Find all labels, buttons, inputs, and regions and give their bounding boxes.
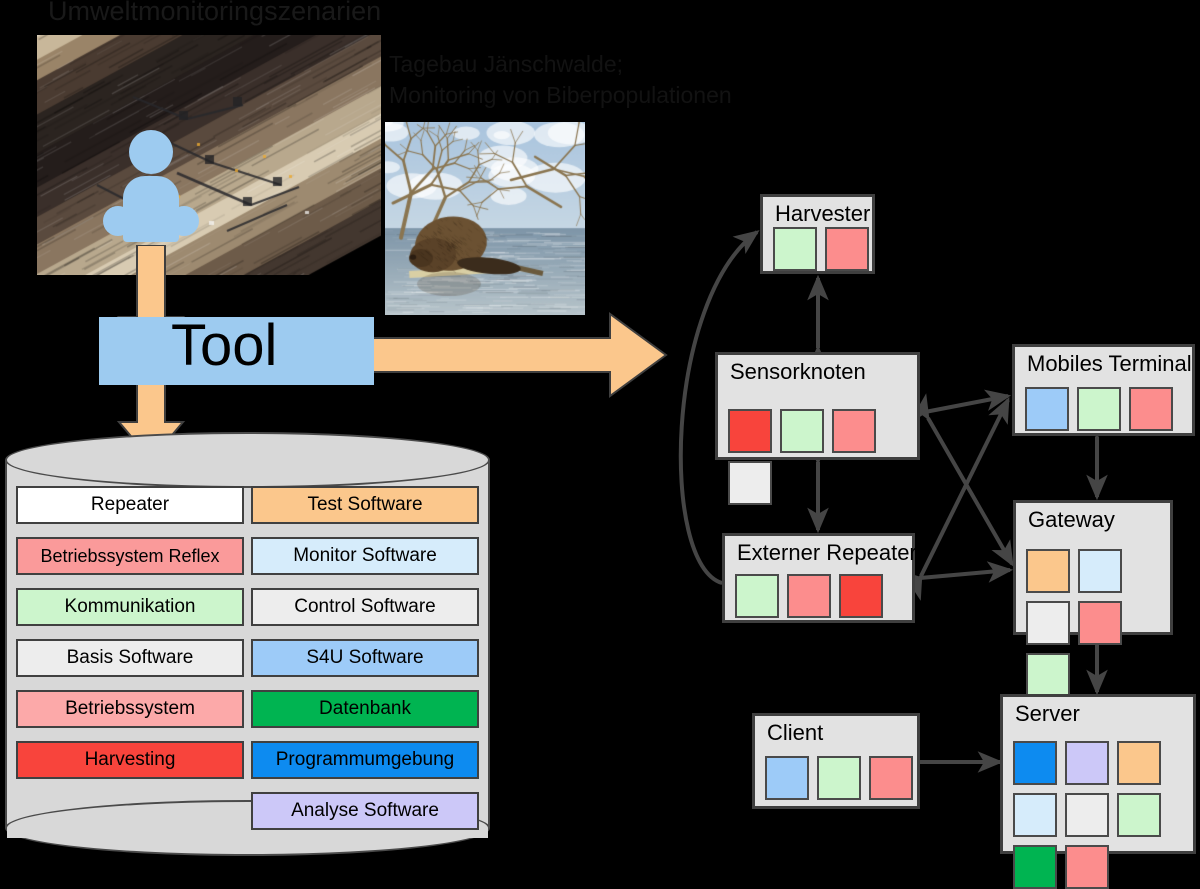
- module-block[interactable]: [1026, 601, 1070, 645]
- page-title: Umweltmonitoringszenarien: [48, 0, 382, 26]
- link-sensorknoten-terminal: [900, 389, 1012, 427]
- network-node-modules: [1026, 549, 1168, 697]
- module-block[interactable]: [817, 756, 861, 800]
- software-chip[interactable]: Repeater: [16, 486, 244, 524]
- module-block[interactable]: [1078, 601, 1122, 645]
- software-chip[interactable]: Control Software: [251, 588, 479, 626]
- software-chip-label: Betriebssystem: [65, 698, 195, 719]
- network-node-modules: [773, 227, 870, 271]
- network-node-label: Gateway: [1028, 507, 1115, 532]
- software-chip[interactable]: Analyse Software: [251, 792, 479, 830]
- network-node-server[interactable]: Server: [1000, 694, 1196, 889]
- software-chip-label: Betriebssystem Reflex: [40, 545, 220, 566]
- software-chip-label: Kommunikation: [64, 596, 196, 617]
- tool-label: Tool: [171, 313, 278, 378]
- software-chip-label: Basis Software: [66, 647, 194, 668]
- software-chip[interactable]: Betriebssystem Reflex: [16, 537, 244, 575]
- module-block[interactable]: [787, 574, 831, 618]
- software-list-left: Repeater Betriebssystem Reflex Kommunikati…: [16, 486, 244, 792]
- user-head-icon: [129, 130, 173, 174]
- module-block[interactable]: [1013, 845, 1057, 889]
- software-chip-label: Control Software: [294, 596, 436, 617]
- software-chip[interactable]: Datenbank: [251, 690, 479, 728]
- diagram-canvas: Umweltmonitoringszenarien Tagebau Jänsch…: [0, 0, 1200, 889]
- network-node-label: Mobiles Terminal: [1027, 351, 1192, 376]
- module-block[interactable]: [1013, 741, 1057, 785]
- network-node-label: Harvester: [775, 201, 871, 226]
- network-node-label: Externer Repeater: [737, 540, 917, 565]
- module-block[interactable]: [825, 227, 869, 271]
- software-repository-cylinder: Repeater Betriebssystem Reflex Kommunikati…: [5, 432, 490, 857]
- module-block[interactable]: [1025, 387, 1069, 431]
- network-node-label: Server: [1015, 701, 1080, 726]
- network-node-externer-repeater[interactable]: Externer Repeater: [722, 533, 917, 623]
- software-chip-label: Analyse Software: [291, 800, 439, 821]
- software-chip[interactable]: Kommunikation: [16, 588, 244, 626]
- network-node-modules: [728, 409, 915, 505]
- module-block[interactable]: [1013, 793, 1057, 837]
- software-chip[interactable]: Basis Software: [16, 639, 244, 677]
- link-repeater-terminal: [901, 397, 1010, 601]
- user-right-arm-icon: [169, 206, 199, 236]
- software-chip-label: Repeater: [90, 494, 170, 515]
- software-chip-label: Monitor Software: [293, 545, 437, 566]
- network-node-label: Sensorknoten: [730, 359, 866, 384]
- network-node-label: Client: [767, 720, 824, 745]
- user-pictogram: [103, 130, 199, 260]
- user-left-arm-icon: [103, 206, 133, 236]
- software-chip[interactable]: S4U Software: [251, 639, 479, 677]
- tool-box[interactable]: Tool: [99, 313, 374, 385]
- link-repeater-gateway: [896, 561, 1014, 591]
- software-chip[interactable]: Programmumgebung: [251, 741, 479, 779]
- module-block[interactable]: [832, 409, 876, 453]
- software-chip-label: Harvesting: [84, 749, 176, 770]
- software-chip-label: Datenbank: [319, 698, 411, 719]
- beaver-photo: [385, 122, 585, 315]
- software-chip-label: Programmumgebung: [275, 749, 455, 770]
- network-node-modules: [735, 574, 910, 618]
- network-node-mobiles-terminal[interactable]: Mobiles Terminal: [1012, 344, 1195, 436]
- module-block[interactable]: [1117, 741, 1161, 785]
- software-chip-label: Test Software: [307, 494, 423, 515]
- software-chip-label: S4U Software: [306, 647, 424, 668]
- module-block[interactable]: [1026, 549, 1070, 593]
- module-block[interactable]: [1065, 741, 1109, 785]
- software-chip[interactable]: Harvesting: [16, 741, 244, 779]
- network-node-modules: [1013, 741, 1191, 889]
- link-sensorknoten-gateway: [907, 393, 1014, 567]
- module-block[interactable]: [1026, 653, 1070, 697]
- user-body-icon: [123, 176, 179, 242]
- software-list-right: Test Software Monitor Software Control Sof…: [251, 486, 479, 843]
- module-block[interactable]: [773, 227, 817, 271]
- module-block[interactable]: [1065, 793, 1109, 837]
- module-block[interactable]: [869, 756, 913, 800]
- scenario-subtitle: Tagebau Jänschwalde; Monitoring von Bibe…: [389, 51, 732, 109]
- network-node-modules: [765, 756, 915, 800]
- network-node-sensorknoten[interactable]: Sensorknoten: [715, 352, 920, 505]
- module-block[interactable]: [780, 409, 824, 453]
- open-pit-mine-photo: [37, 35, 381, 275]
- module-block[interactable]: [728, 409, 772, 453]
- right-arrow-tool-to-network: [360, 312, 668, 398]
- software-chip[interactable]: Test Software: [251, 486, 479, 524]
- network-node-gateway[interactable]: Gateway: [1013, 500, 1173, 697]
- module-block[interactable]: [839, 574, 883, 618]
- module-block[interactable]: [1117, 793, 1161, 837]
- module-block[interactable]: [1078, 549, 1122, 593]
- network-node-modules: [1025, 387, 1190, 431]
- module-block[interactable]: [765, 756, 809, 800]
- module-block[interactable]: [1129, 387, 1173, 431]
- software-chip[interactable]: Betriebssystem: [16, 690, 244, 728]
- module-block[interactable]: [1077, 387, 1121, 431]
- module-block[interactable]: [728, 461, 772, 505]
- module-block[interactable]: [1065, 845, 1109, 889]
- network-node-client[interactable]: Client: [752, 713, 920, 809]
- software-chip[interactable]: Monitor Software: [251, 537, 479, 575]
- module-block[interactable]: [735, 574, 779, 618]
- network-node-harvester[interactable]: Harvester: [760, 194, 875, 274]
